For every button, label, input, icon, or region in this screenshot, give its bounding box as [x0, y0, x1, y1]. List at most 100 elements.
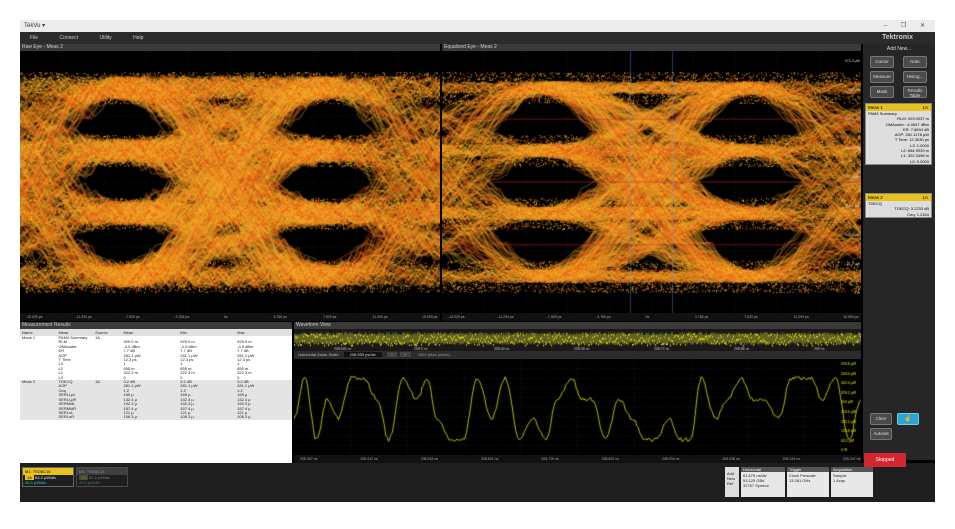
eq-eye-header: Equalized Eye - Meas 2 — [442, 44, 861, 51]
x-tick-label: 208.829 ns — [601, 457, 619, 461]
acquisition-count: 1 Acqs — [833, 478, 846, 483]
note-button[interactable]: Note — [903, 56, 927, 68]
meas2-line: Ceq: 1.2164 — [907, 211, 929, 217]
meas2-badge[interactable]: Meas 2 1A TDECQ TDECQ: 3.2233 dB Ceq: 1.216… — [865, 193, 932, 218]
run-stop-button[interactable]: Stopped — [864, 453, 906, 467]
y-tick-label: 0 W — [853, 291, 860, 295]
results-header: Measurement Results — [20, 322, 292, 329]
waveform-overview[interactable] — [294, 329, 861, 351]
eye-diagram-canvas — [20, 51, 440, 313]
m2-title: M2: TSO8C16 — [77, 468, 127, 475]
histogram-button[interactable]: Histog... — [903, 71, 927, 83]
x-tick-label: 208.412 ns — [360, 457, 378, 461]
zoom-bar: Horizontal Zoom Scale 208.553 ps/div − +… — [294, 351, 861, 359]
raw-eye-plot[interactable] — [20, 51, 440, 313]
y-tick-label: 71.7 μW — [846, 262, 860, 266]
zoom-plus-icon[interactable]: + — [400, 352, 411, 357]
eq-eye-x-axis: -15.029 ps -11.294 ps -7.529 ps -3.765 ps 0s… — [442, 313, 861, 321]
x-tick-label: -15.029 ps — [26, 315, 43, 319]
acquisition-section[interactable]: Acquisition Sample 1 Acqs — [831, 467, 873, 497]
zoom-label: Horizontal Zoom Scale — [298, 352, 339, 357]
menu-file[interactable]: File — [30, 35, 38, 41]
y-tick-label: 287.4 μW — [844, 175, 860, 179]
x-tick-label: 7.529 ps — [323, 315, 337, 319]
column-header[interactable]: Mean — [121, 329, 179, 336]
trigger-title: Trigger — [787, 467, 829, 472]
x-tick-label: -3.765 ps — [596, 315, 611, 319]
channel-m1-chip[interactable]: M1: TSO8C16 1A 63.2 μW/div 20.0 μW/div — [22, 467, 74, 487]
channel-m2-chip[interactable]: M2: TSO8C16 1A 63.2 μW/div 20.0 μW/div — [76, 467, 128, 487]
table-cell-source — [93, 415, 121, 419]
zoom-position: 1000 (Max points) — [417, 352, 450, 357]
x-tick-label: 3.765 ps — [273, 315, 287, 319]
meas1-values: PAM4 Summary RLM: 929.0037 m OMAouter: -4.… — [866, 111, 931, 164]
trigger-section[interactable]: Trigger Clock Prescale 13.281 GHz — [787, 467, 829, 497]
hand-icon: ☝ — [904, 416, 912, 422]
meas2-values: TDECQ TDECQ: 3.2233 dB Ceq: 1.2164 — [866, 201, 931, 217]
table-cell-meas: SERLoR — [58, 414, 75, 420]
x-tick-label: 209.143 ns — [782, 457, 800, 461]
results-table-button[interactable]: Results Table — [903, 86, 927, 98]
brand-logo: Tektronix — [882, 34, 913, 41]
menu-connect[interactable]: Connect — [59, 35, 78, 41]
x-tick-label: 3.765 ps — [694, 315, 709, 319]
table-cell-mean: 106.3 μ — [123, 414, 137, 420]
cursor-button[interactable]: Cursor — [870, 56, 894, 68]
app-title: TekVu ▾ — [24, 23, 46, 29]
zoom-value-input[interactable]: 208.553 ps/div — [343, 352, 382, 357]
menu-bar: File Connect Utility Help Tektronix — [20, 32, 935, 44]
x-tick-label: 209.038 ns — [722, 457, 740, 461]
x-tick-label: 11.294 ps — [793, 315, 809, 319]
results-title: Measurement Results — [22, 322, 71, 328]
side-panel: Add New... Cursor Note Measure Histog...… — [863, 44, 935, 460]
column-header[interactable]: Min — [178, 329, 236, 336]
x-tick-label: 15.059 ps — [422, 315, 438, 319]
menu-help[interactable]: Help — [133, 35, 143, 41]
waveform-plot[interactable] — [294, 359, 861, 455]
overview-canvas — [294, 329, 861, 351]
acquisition-title: Acquisition — [831, 467, 873, 472]
add-new-ref-button[interactable]: Add New Ref — [725, 467, 739, 497]
autoset-button[interactable]: Autoset — [870, 428, 892, 440]
x-tick-label: -7.529 ps — [546, 315, 562, 319]
eq-eye-title: Equalized Eye - Meas 2 — [444, 44, 497, 50]
window-controls[interactable]: – ❐ ✕ — [884, 20, 931, 32]
m1-title: M1: TSO8C16 — [23, 468, 73, 475]
measure-button[interactable]: Measure — [870, 71, 894, 83]
x-tick-label: 208.621 ns — [481, 457, 499, 461]
x-tick-label: -11.294 ps — [75, 315, 92, 319]
clear-button[interactable]: Clear — [870, 413, 892, 425]
waveform-title: Waveform View — [296, 322, 331, 328]
x-tick-label: 11.294 ps — [372, 315, 388, 319]
add-new-label: Add New... — [886, 46, 912, 52]
zoom-minus-icon[interactable]: − — [386, 352, 398, 357]
eq-eye-plot[interactable]: 573.3 μW 502 μW 430.6 μW 358.3 μW 287.4 μW 21… — [442, 51, 861, 313]
mask-button[interactable]: Mask — [870, 86, 894, 98]
raw-eye-title: Raw Eye - Meas 2 — [22, 44, 63, 50]
table-cell-max: 106.3 μ — [237, 414, 251, 420]
touch-toggle-button[interactable]: ☝ — [897, 413, 919, 425]
x-tick-label: 208.516 ns — [420, 457, 438, 461]
menu-utility[interactable]: Utility — [99, 35, 111, 41]
bottom-bar: M1: TSO8C16 1A 63.2 μW/div 20.0 μW/div M… — [20, 463, 935, 502]
meas1-badge[interactable]: Meas 1 1A PAM4 Summary RLM: 929.0037 m OMAo… — [865, 103, 932, 165]
meas1-source: 1A — [922, 105, 928, 110]
raw-eye-header: Raw Eye - Meas 2 — [20, 44, 440, 51]
meas2-source: 1A — [922, 195, 928, 200]
title-bar: TekVu ▾ – ❐ ✕ — [20, 20, 935, 32]
horizontal-symbols: 32767 Symbol — [743, 483, 769, 488]
m2-scale2: 20.0 μW/div — [79, 480, 101, 485]
waveform-canvas — [294, 359, 861, 455]
waveform-header: Waveform View — [294, 322, 861, 329]
results-table: Name Meas Source Mean Min Max Meas 1 PAM4 Summ… — [20, 329, 292, 463]
x-tick-label: 15.059 ps — [843, 315, 859, 319]
raw-eye-x-axis: -15.029 ps -11.294 ps -7.529 ps -3.765 ps 0s… — [20, 313, 440, 321]
x-tick-label: 0s — [224, 315, 228, 319]
x-tick-label: 7.529 ps — [744, 315, 758, 319]
column-header[interactable]: Max — [235, 329, 292, 336]
m1-scale2: 20.0 μW/div — [25, 480, 47, 485]
x-tick-label: -7.529 ps — [125, 315, 140, 319]
table-row[interactable]: SERLoR 106.3 μ 106.3 μ 106.3 μ — [20, 414, 292, 420]
horizontal-section[interactable]: Horizontal 61.679 ns/div 53.125 GBd 3276… — [741, 467, 785, 497]
y-tick-label: 573.3 μW — [844, 59, 860, 63]
